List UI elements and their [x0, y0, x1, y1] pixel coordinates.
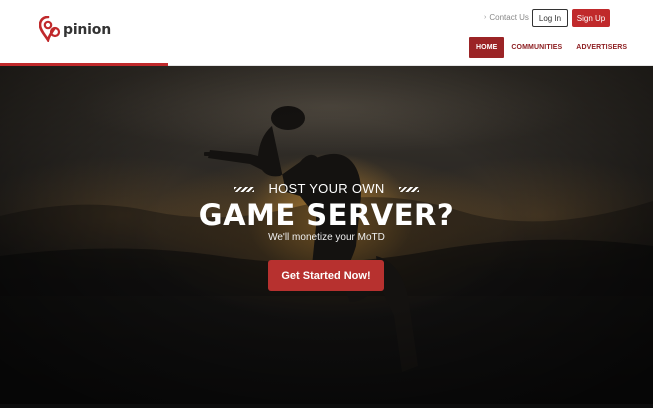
contact-label: Contact Us: [489, 13, 529, 22]
hero-banner: HOST YOUR OWN GAME SERVER? We'll monetiz…: [0, 66, 653, 408]
chevron-right-icon: ›: [484, 14, 487, 21]
brand-name: pinion: [63, 22, 111, 38]
pinion-logo-icon: [39, 16, 61, 42]
login-button[interactable]: Log In: [532, 9, 568, 27]
nav-item-home[interactable]: HOME: [469, 37, 505, 58]
hero-tagline: We'll monetize your MoTD: [268, 232, 385, 243]
stripes-left-decoration: [234, 187, 255, 193]
brand-logo[interactable]: pinion: [39, 16, 111, 42]
bottom-strip: [0, 404, 653, 408]
get-started-button[interactable]: Get Started Now!: [268, 260, 384, 291]
site-header: pinion › Contact Us Log In Sign Up HOME …: [0, 0, 653, 66]
hero-title: GAME SERVER?: [198, 198, 455, 232]
main-nav: HOME COMMUNITIES ADVERTISERS: [469, 37, 634, 58]
nav-item-advertisers[interactable]: ADVERTISERS: [569, 37, 634, 58]
hero-subtitle-text: HOST YOUR OWN: [268, 181, 385, 196]
contact-link[interactable]: › Contact Us: [484, 13, 529, 22]
nav-item-communities[interactable]: COMMUNITIES: [504, 37, 569, 58]
signup-button[interactable]: Sign Up: [572, 9, 610, 27]
stripes-right-decoration: [398, 187, 419, 193]
hero-subtitle: HOST YOUR OWN: [0, 181, 653, 196]
